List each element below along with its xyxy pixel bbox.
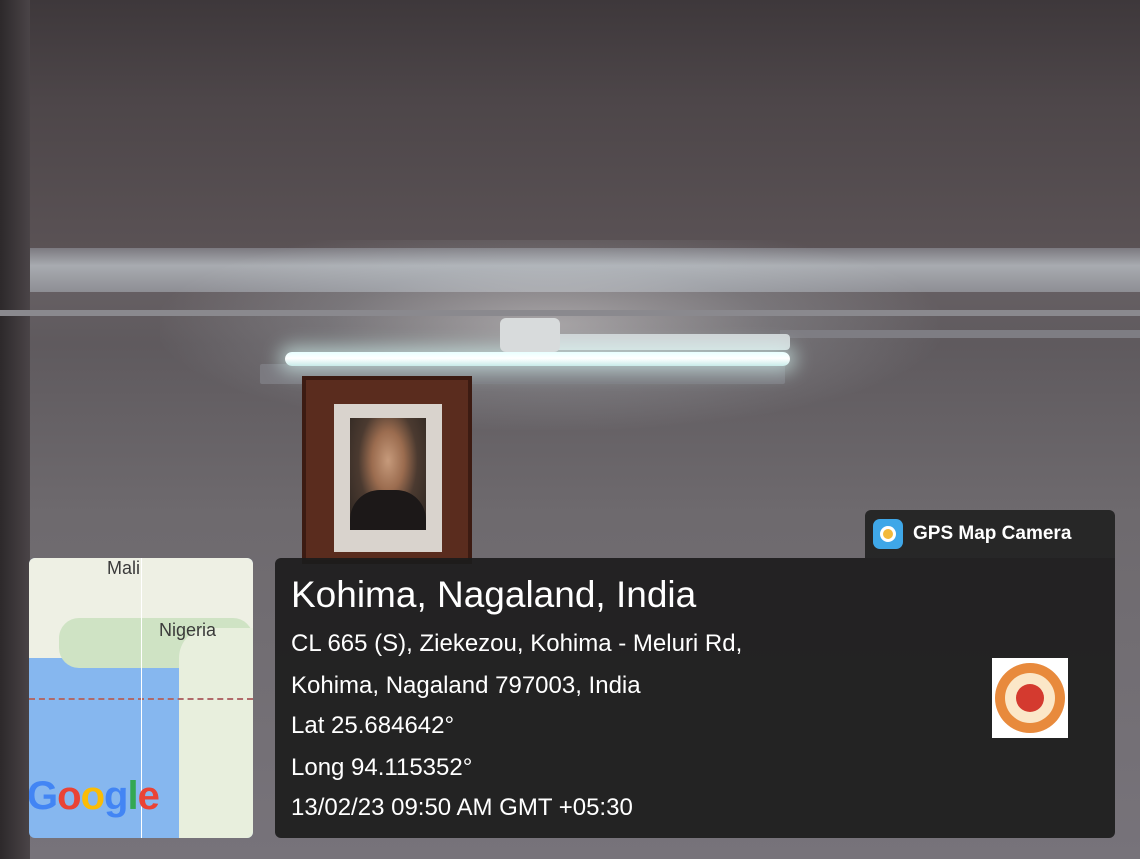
location-title: Kohima, Nagaland, India bbox=[291, 574, 697, 615]
address-line-1: CL 665 (S), Ziekezou, Kohima - Meluri Rd… bbox=[291, 630, 743, 657]
wire-conduit bbox=[780, 330, 1140, 338]
longitude: Long 94.115352° bbox=[291, 754, 473, 781]
camera-pin-icon bbox=[873, 519, 903, 549]
map-label-mali: Mali bbox=[107, 558, 141, 578]
light-starter bbox=[500, 318, 560, 352]
timestamp: 13/02/23 09:50 AM GMT +05:30 bbox=[291, 794, 633, 821]
ceiling bbox=[0, 0, 1140, 250]
app-name: GPS Map Camera bbox=[913, 523, 1072, 544]
photo-scene: Mali Nigeria Google GPS Map Camera Kohim… bbox=[0, 0, 1140, 859]
map-label-nigeria: Nigeria bbox=[159, 620, 217, 640]
map-land-east bbox=[179, 628, 253, 838]
location-panel: Kohima, Nagaland, India CL 665 (S), Ziek… bbox=[275, 558, 1115, 838]
portrait-robe bbox=[350, 490, 426, 530]
address-line-2: Kohima, Nagaland 797003, India bbox=[291, 672, 641, 699]
family-emblem-icon bbox=[1016, 684, 1044, 712]
google-logo: Google bbox=[29, 774, 160, 818]
app-badge: GPS Map Camera bbox=[865, 510, 1115, 558]
wall-molding bbox=[0, 310, 1140, 316]
fixture-housing bbox=[555, 334, 790, 350]
wall-shadow bbox=[0, 0, 30, 859]
tube-light bbox=[285, 352, 790, 366]
map-thumbnail[interactable]: Mali Nigeria Google bbox=[29, 558, 253, 838]
latitude: Lat 25.684642° bbox=[291, 712, 455, 739]
organization-logo bbox=[992, 658, 1068, 738]
